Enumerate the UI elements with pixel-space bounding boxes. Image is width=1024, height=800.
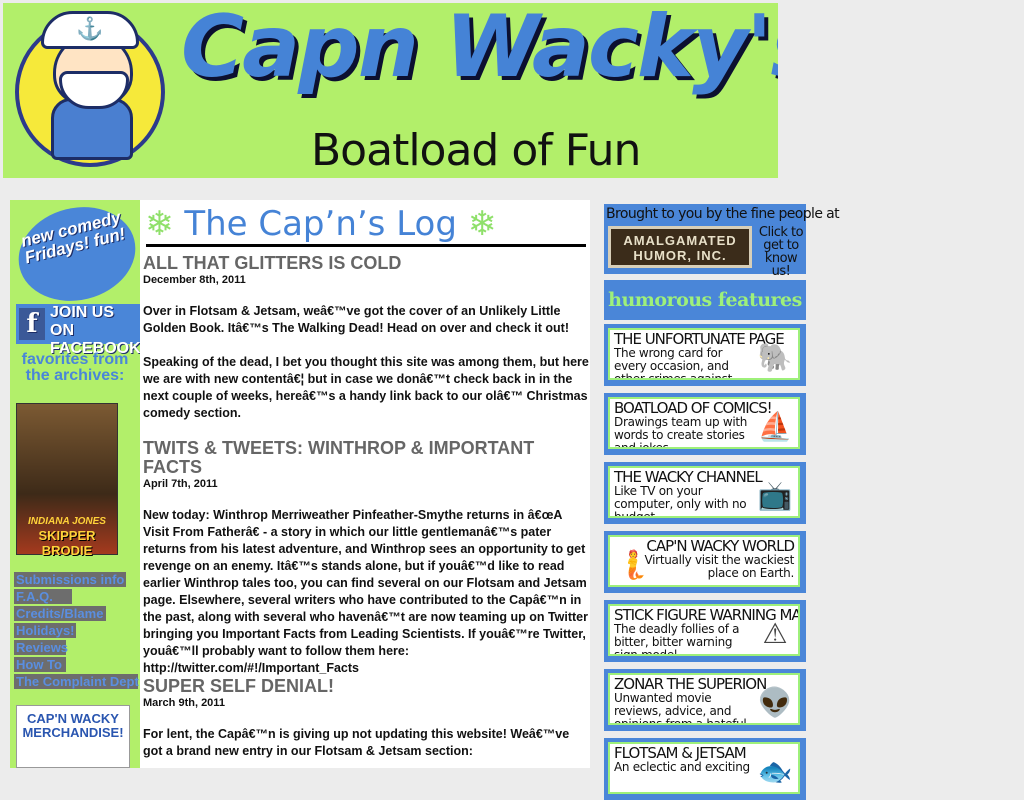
site-header-banner[interactable]: ⚓ Capn Wacky's Boatload of Fun xyxy=(3,3,778,178)
title-divider xyxy=(146,244,586,247)
post-title[interactable]: TWITS & TWEETS: WINTHROP & IMPORTANT FAC… xyxy=(143,439,590,477)
favorites-heading: favorites from the archives: xyxy=(21,351,129,384)
comic-captain-icon: ⛵ xyxy=(757,411,793,442)
sponsor-banner[interactable]: Brought to you by the fine people at AMA… xyxy=(604,204,840,278)
sidebar-link-faq[interactable]: F.A.Q. xyxy=(14,589,72,604)
page-title: ❄ The Cap’n’s Log ❄ xyxy=(145,204,496,244)
blog-posts: ALL THAT GLITTERS IS COLD December 8th, … xyxy=(143,254,590,768)
snowflake-icon: ❄ xyxy=(145,204,174,244)
post-title[interactable]: SUPER SELF DENIAL! xyxy=(143,677,590,696)
post-paragraph: For lent, the Capâ€™n is giving up not u… xyxy=(143,727,570,758)
sidebar-link-reviews[interactable]: Reviews xyxy=(14,640,68,655)
feature-desc: Drawings team up with words to create st… xyxy=(614,415,748,449)
feature-desc: Unwanted movie reviews, advice, and opin… xyxy=(614,691,747,725)
feature-desc: Virtually visit the wackiest place on Ea… xyxy=(644,553,795,580)
post-paragraph: Over in Flotsam & Jetsam, weâ€™ve got th… xyxy=(143,304,569,335)
right-sidebar: Brought to you by the fine people at AMA… xyxy=(604,204,840,800)
alien-icon: 👽 xyxy=(757,687,793,718)
post-date: March 9th, 2011 xyxy=(143,697,225,709)
facebook-link-label: JOIN US ON FACEBOOK xyxy=(50,304,141,357)
feature-desc: Like TV on your computer, only with no b… xyxy=(614,484,747,518)
post-paragraph: Speaking of the dead, I bet you thought … xyxy=(143,355,589,420)
left-sidebar: new comedy Fridays! fun! f JOIN US ON FA… xyxy=(8,195,146,768)
amalgamated-humor-logo[interactable]: AMALGAMATED HUMOR, INC. xyxy=(608,226,752,268)
sponsor-cta[interactable]: Click to get to know us! xyxy=(756,226,806,278)
indiana-jones-poster-link[interactable]: INDIANA JONES SKIPPER BRODIE xyxy=(16,403,118,558)
feature-desc: The wrong card for every occasion, and o… xyxy=(614,346,733,380)
snowflake-icon: ❄ xyxy=(467,204,497,244)
feature-wacky-channel[interactable]: THE WACKY CHANNEL Like TV on your comput… xyxy=(604,462,806,524)
new-comedy-fridays-badge[interactable]: new comedy Fridays! fun! xyxy=(8,195,146,313)
post-date: April 7th, 2011 xyxy=(143,478,218,490)
feature-flotsam-and-jetsam[interactable]: FLOTSAM & JETSAM An eclectic and excitin… xyxy=(604,738,806,800)
sidebar-link-how-to[interactable]: How To xyxy=(14,657,66,672)
warning-sign-icon: ⚠ xyxy=(762,618,788,649)
flotsam-icon: 🐟 xyxy=(757,756,793,787)
sidebar-link-holidays[interactable]: Holidays! xyxy=(14,623,76,638)
facebook-icon: f xyxy=(19,308,45,340)
feature-unfortunate-page[interactable]: THE UNFORTUNATE PAGE The wrong card for … xyxy=(604,324,806,386)
card-icon: 🐘 xyxy=(757,342,793,373)
blog-post: SUPER SELF DENIAL! March 9th, 2011 For l… xyxy=(143,677,590,760)
feature-capn-wacky-world[interactable]: CAP'N WACKY WORLD Virtually visit the wa… xyxy=(604,531,806,593)
anchor-icon: ⚓ xyxy=(41,11,139,49)
page-title-text: The Cap’n’s Log xyxy=(184,204,457,244)
poster-title-1: INDIANA JONES xyxy=(28,516,106,527)
feature-desc: The deadly follies of a bitter, bitter w… xyxy=(614,622,740,656)
feature-boatload-of-comics[interactable]: BOATLOAD OF COMICS! Drawings team up wit… xyxy=(604,393,806,455)
site-title: Capn Wacky's xyxy=(181,3,778,97)
sidebar-link-submissions[interactable]: Submissions info xyxy=(14,572,126,587)
facebook-link[interactable]: f JOIN US ON FACEBOOK xyxy=(16,304,141,357)
mermaid-icon: 🧜 xyxy=(615,549,651,580)
sidebar-link-complaint-dept[interactable]: The Complaint Dept xyxy=(14,674,139,689)
main-content: ❄ The Cap’n’s Log ❄ ALL THAT GLITTERS IS… xyxy=(140,200,590,768)
post-title[interactable]: ALL THAT GLITTERS IS COLD xyxy=(143,254,590,273)
post-paragraph: New today: Winthrop Merriweather Pinfeat… xyxy=(143,508,588,675)
blog-post: ALL THAT GLITTERS IS COLD December 8th, … xyxy=(143,254,590,422)
feature-stick-figure-warning-man[interactable]: STICK FIGURE WARNING MAN The deadly foll… xyxy=(604,600,806,662)
site-subtitle: Boatload of Fun xyxy=(311,125,641,176)
post-date: December 8th, 2011 xyxy=(143,274,246,286)
tv-icon: 📺 xyxy=(757,480,793,511)
blog-post: TWITS & TWEETS: WINTHROP & IMPORTANT FAC… xyxy=(143,439,590,677)
sidebar-links: Submissions info F.A.Q. Credits/Blame Ho… xyxy=(14,572,140,691)
merchandise-link[interactable]: CAP'N WACKY MERCHANDISE! xyxy=(16,705,130,768)
poster-title-2: SKIPPER BRODIE xyxy=(38,528,96,558)
features-heading: humorous features xyxy=(604,280,806,320)
sponsor-line: Brought to you by the fine people at xyxy=(606,206,840,222)
sidebar-link-credits[interactable]: Credits/Blame xyxy=(14,606,106,621)
feature-zonar-the-superion[interactable]: ZONAR THE SUPERION Unwanted movie review… xyxy=(604,669,806,731)
